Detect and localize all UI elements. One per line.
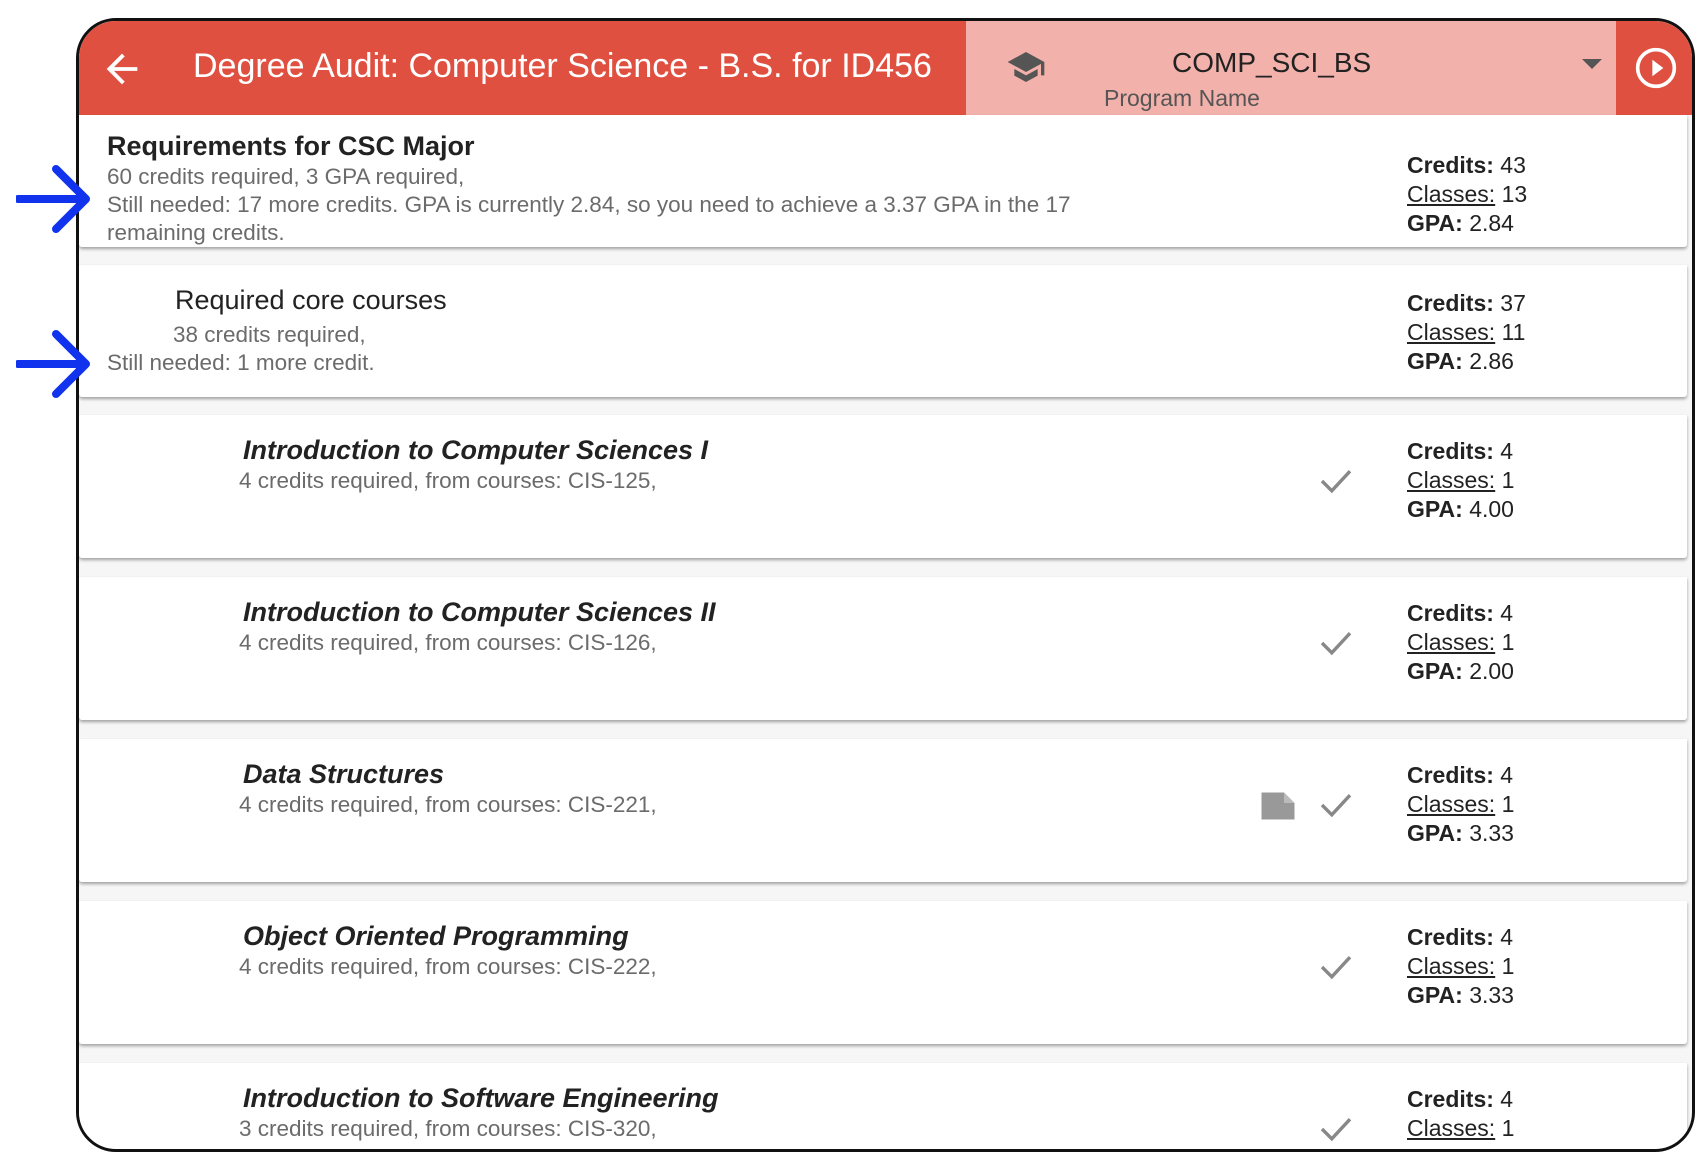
course-card[interactable]: Object Oriented Programming 4 credits re… xyxy=(79,901,1687,1044)
gpa-label: GPA: xyxy=(1407,210,1463,236)
course-stats: Credits: 4 Classes: 1 GPA: 3.33 xyxy=(1407,923,1514,1010)
gpa-label: GPA: xyxy=(1407,820,1463,846)
classes-link[interactable]: Classes: xyxy=(1407,791,1495,817)
credits-label: Credits: xyxy=(1407,600,1494,626)
course-requirement: 4 credits required, from courses: CIS-22… xyxy=(239,954,657,979)
gpa-value: 3.33 xyxy=(1469,982,1514,1008)
core-stats: Credits: 37 Classes: 11 GPA: 2.86 xyxy=(1407,289,1526,376)
gpa-label: GPA: xyxy=(1407,496,1463,522)
checkmark-icon xyxy=(1320,632,1352,656)
course-title: Introduction to Computer Sciences II xyxy=(243,597,716,627)
major-stats: Credits: 43 Classes: 13 GPA: 2.84 xyxy=(1407,151,1527,238)
course-title: Introduction to Computer Sciences I xyxy=(243,435,709,465)
dropdown-caret-icon[interactable] xyxy=(1580,57,1604,71)
major-still-needed-line: Still needed: 17 more credits. GPA is cu… xyxy=(107,192,1071,217)
annotation-arrow-icon xyxy=(16,330,90,398)
checkmark-icon xyxy=(1320,794,1352,818)
course-card[interactable]: Data Structures 4 credits required, from… xyxy=(79,739,1687,882)
checkmark-icon xyxy=(1320,470,1352,494)
classes-value: 1 xyxy=(1501,629,1515,655)
major-requirements-card[interactable]: Requirements for CSC Major 60 credits re… xyxy=(79,115,1687,247)
classes-value: 1 xyxy=(1501,791,1515,817)
gpa-label: GPA: xyxy=(1407,348,1463,374)
course-stats: Credits: 4 Classes: 1 GPA: 3.33 xyxy=(1407,761,1514,848)
credits-value: 37 xyxy=(1500,290,1526,316)
classes-link[interactable]: Classes: xyxy=(1407,1115,1495,1141)
play-circle-icon[interactable] xyxy=(1634,46,1678,90)
core-title: Required core courses xyxy=(175,285,447,315)
gpa-value: 3.33 xyxy=(1469,820,1514,846)
classes-link[interactable]: Classes: xyxy=(1407,181,1495,207)
back-arrow-icon[interactable] xyxy=(99,46,145,92)
classes-value: 1 xyxy=(1501,1115,1515,1141)
page-title: Degree Audit: Computer Science - B.S. fo… xyxy=(193,47,932,85)
major-requirement-line: 60 credits required, 3 GPA required, xyxy=(107,164,465,189)
course-title: Object Oriented Programming xyxy=(243,921,629,951)
program-value: COMP_SCI_BS xyxy=(1172,47,1372,78)
course-card[interactable]: Introduction to Software Engineering 3 c… xyxy=(79,1063,1687,1149)
gpa-value: 2.00 xyxy=(1469,658,1514,684)
course-stats: Credits: 4 Classes: 1 GPA: 2.00 xyxy=(1407,599,1514,686)
major-still-needed-line-2: remaining credits. xyxy=(107,220,285,245)
graduation-cap-icon xyxy=(1007,52,1045,82)
gpa-value: 2.86 xyxy=(1469,348,1514,374)
checkmark-icon xyxy=(1320,956,1352,980)
program-label: Program Name xyxy=(1104,85,1260,111)
annotation-arrow-icon xyxy=(16,165,90,233)
course-title: Data Structures xyxy=(243,759,445,789)
core-still-needed-line: Still needed: 1 more credit. xyxy=(107,350,375,375)
app-bar: Degree Audit: Computer Science - B.S. fo… xyxy=(79,21,1692,115)
gpa-value: 2.84 xyxy=(1469,210,1514,236)
classes-value: 1 xyxy=(1501,953,1515,979)
core-courses-card[interactable]: Required core courses 38 credits require… xyxy=(79,265,1687,397)
credits-value: 4 xyxy=(1500,762,1514,788)
credits-label: Credits: xyxy=(1407,762,1494,788)
course-requirement: 4 credits required, from courses: CIS-12… xyxy=(239,630,657,655)
credits-label: Credits: xyxy=(1407,1086,1494,1112)
credits-label: Credits: xyxy=(1407,290,1494,316)
note-icon[interactable] xyxy=(1260,791,1296,821)
program-select[interactable]: COMP_SCI_BS Program Name xyxy=(966,21,1616,115)
classes-value: 13 xyxy=(1501,181,1528,207)
course-requirement: 4 credits required, from courses: CIS-22… xyxy=(239,792,657,817)
classes-link[interactable]: Classes: xyxy=(1407,467,1495,493)
gpa-label: GPA: xyxy=(1407,982,1463,1008)
classes-link[interactable]: Classes: xyxy=(1407,629,1495,655)
credits-value: 4 xyxy=(1500,438,1514,464)
course-stats: Credits: 4 Classes: 1 GPA: 4.00 xyxy=(1407,437,1514,524)
classes-value: 1 xyxy=(1501,467,1515,493)
credits-value: 43 xyxy=(1500,152,1526,178)
core-requirement-line: 38 credits required, xyxy=(173,322,366,347)
credits-value: 4 xyxy=(1500,1086,1514,1112)
credits-value: 4 xyxy=(1500,600,1514,626)
credits-label: Credits: xyxy=(1407,924,1494,950)
gpa-label: GPA: xyxy=(1407,658,1463,684)
classes-value: 11 xyxy=(1501,319,1526,345)
course-stats: Credits: 4 Classes: 1 xyxy=(1407,1085,1514,1143)
course-requirement: 3 credits required, from courses: CIS-32… xyxy=(239,1116,657,1141)
credits-value: 4 xyxy=(1500,924,1514,950)
course-requirement: 4 credits required, from courses: CIS-12… xyxy=(239,468,657,493)
credits-label: Credits: xyxy=(1407,438,1494,464)
gpa-value: 4.00 xyxy=(1469,496,1514,522)
classes-link[interactable]: Classes: xyxy=(1407,953,1495,979)
checkmark-icon xyxy=(1320,1118,1352,1142)
credits-label: Credits: xyxy=(1407,152,1494,178)
course-card[interactable]: Introduction to Computer Sciences II 4 c… xyxy=(79,577,1687,720)
course-card[interactable]: Introduction to Computer Sciences I 4 cr… xyxy=(79,415,1687,558)
course-title: Introduction to Software Engineering xyxy=(243,1083,719,1113)
major-title: Requirements for CSC Major xyxy=(107,131,475,161)
classes-link[interactable]: Classes: xyxy=(1407,319,1495,345)
app-frame: Degree Audit: Computer Science - B.S. fo… xyxy=(76,18,1695,1152)
